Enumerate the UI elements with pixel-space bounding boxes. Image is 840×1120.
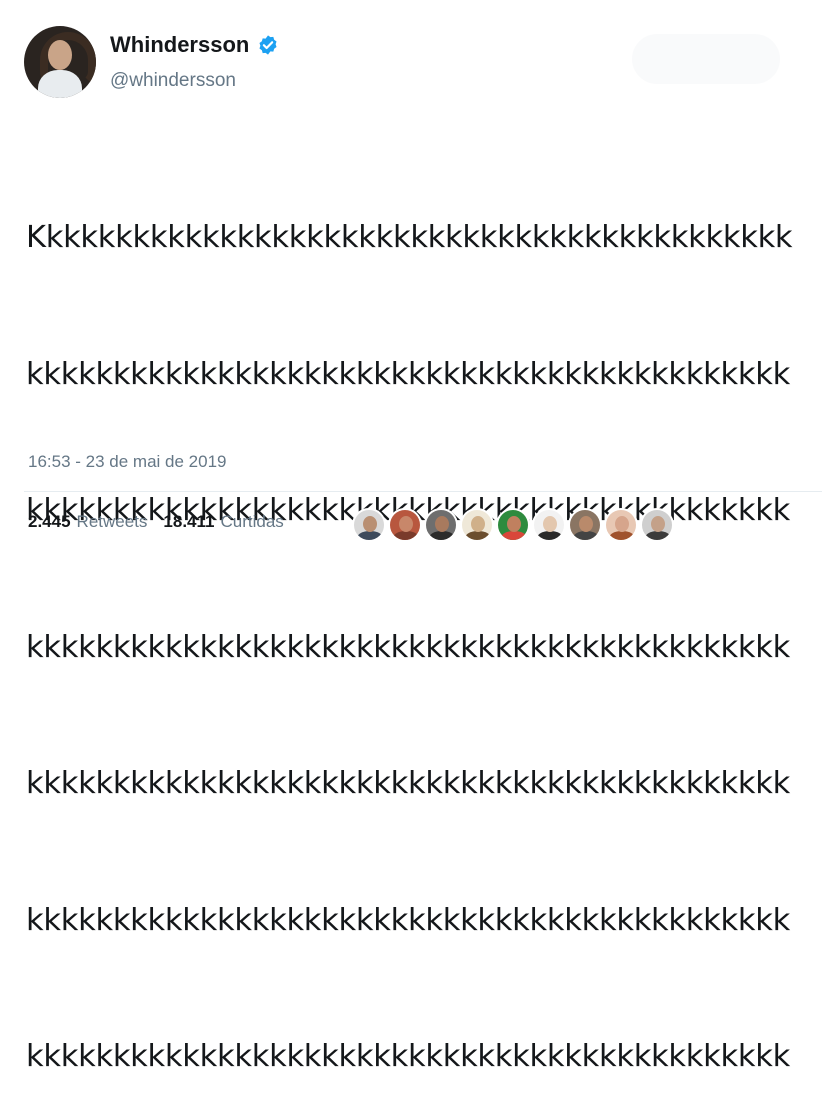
liker-face xyxy=(399,516,413,532)
tweet-line: kkkkkkkkkkkkkkkkkkkkkkkkkkkkkkkkkkkkkkkk… xyxy=(26,629,790,665)
liker-face xyxy=(543,516,557,532)
liker-face xyxy=(579,516,593,532)
liker-avatars xyxy=(352,508,676,542)
retweets-count[interactable]: 2.445 xyxy=(28,512,71,532)
avatar[interactable] xyxy=(24,26,96,98)
avatar-face xyxy=(48,40,72,70)
liker-body xyxy=(393,531,419,540)
avatar-body xyxy=(38,70,82,98)
liker-avatar[interactable] xyxy=(496,508,530,542)
display-name[interactable]: Whindersson xyxy=(110,32,249,58)
liker-avatar[interactable] xyxy=(424,508,458,542)
tweet-stats: 2.445 Retweets 18.411 Curtidas xyxy=(28,512,284,532)
liker-avatar[interactable] xyxy=(460,508,494,542)
liker-avatar[interactable] xyxy=(604,508,638,542)
tweet-line: Kkkkkkkkkkkkkkkkkkkkkkkkkkkkkkkkkkkkkkkk… xyxy=(26,220,793,255)
likes-count[interactable]: 18.411 xyxy=(163,512,214,532)
liker-face xyxy=(651,516,665,532)
liker-face xyxy=(507,516,521,532)
divider xyxy=(24,491,822,492)
user-handle[interactable]: @whindersson xyxy=(110,70,236,92)
name-row: Whindersson xyxy=(110,32,279,58)
liker-body xyxy=(573,531,599,540)
tweet-line: kkkkkkkkkkkkkkkkkkkkkkkkkkkkkkkkkkkkkkkk… xyxy=(26,902,790,938)
verified-badge-icon xyxy=(259,35,277,55)
follow-button[interactable] xyxy=(632,34,780,84)
liker-body xyxy=(465,531,491,540)
tweet-line: kkkkkkkkkkkkkkkkkkkkkkkkkkkkkkkkkkkkkkkk… xyxy=(26,1039,790,1074)
retweets-label[interactable]: Retweets xyxy=(77,512,148,532)
liker-body xyxy=(609,531,635,540)
tweet-line: kkkkkkkkkkkkkkkkkkkkkkkkkkkkkkkkkkkkkkkk… xyxy=(26,766,790,801)
liker-face xyxy=(435,516,449,532)
liker-body xyxy=(429,531,455,540)
tweet-line: kkkkkkkkkkkkkkkkkkkkkkkkkkkkkkkkkkkkkkkk… xyxy=(26,356,790,392)
liker-face xyxy=(615,516,629,532)
tweet-text: Kkkkkkkkkkkkkkkkkkkkkkkkkkkkkkkkkkkkkkkk… xyxy=(26,124,826,1120)
liker-avatar[interactable] xyxy=(568,508,602,542)
liker-avatar[interactable] xyxy=(532,508,566,542)
liker-body xyxy=(357,531,383,540)
liker-avatar[interactable] xyxy=(640,508,674,542)
liker-body xyxy=(537,531,563,540)
liker-body xyxy=(501,531,527,540)
liker-avatar[interactable] xyxy=(388,508,422,542)
liker-face xyxy=(363,516,377,532)
liker-face xyxy=(471,516,485,532)
tweet-timestamp[interactable]: 16:53 - 23 de mai de 2019 xyxy=(28,452,226,472)
likes-label[interactable]: Curtidas xyxy=(220,512,283,532)
liker-avatar[interactable] xyxy=(352,508,386,542)
liker-body xyxy=(645,531,671,540)
